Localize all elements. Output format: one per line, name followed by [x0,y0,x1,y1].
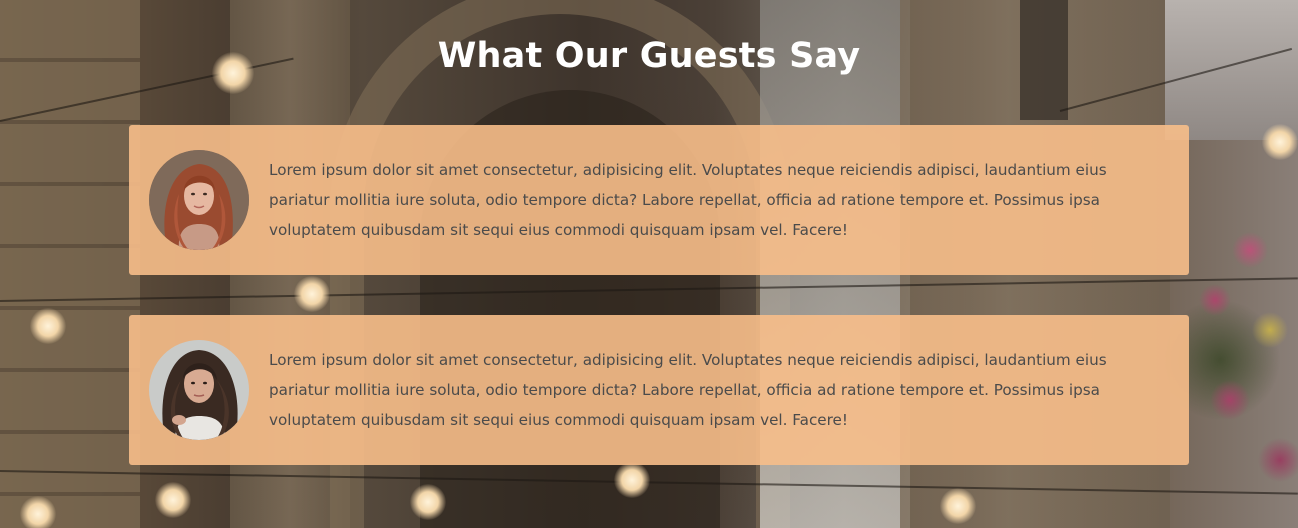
light-bulb-icon [155,482,191,518]
testimonial-card: Lorem ipsum dolor sit amet consectetur, … [129,315,1189,465]
light-bulb-icon [294,276,330,312]
section-title: What Our Guests Say [437,36,861,76]
woman-red-hair-avatar-icon [149,150,249,250]
light-bulb-icon [410,484,446,520]
background-stone-wall [0,0,140,528]
testimonials-section: What Our Guests Say Lorem ipsum dolor si… [0,0,1298,528]
light-bulb-icon [20,496,56,528]
light-bulb-icon [940,488,976,524]
guest-avatar [149,340,249,440]
string-lights-wire [0,277,1298,302]
woman-dark-hair-avatar-icon [149,340,249,440]
light-bulb-icon [1262,124,1298,160]
testimonial-text: Lorem ipsum dolor sit amet consectetur, … [269,351,1107,429]
light-bulb-icon [614,462,650,498]
light-bulb-icon [30,308,66,344]
guest-avatar [149,150,249,250]
testimonial-card: Lorem ipsum dolor sit amet consectetur, … [129,125,1189,275]
testimonial-text: Lorem ipsum dolor sit amet consectetur, … [269,161,1107,239]
